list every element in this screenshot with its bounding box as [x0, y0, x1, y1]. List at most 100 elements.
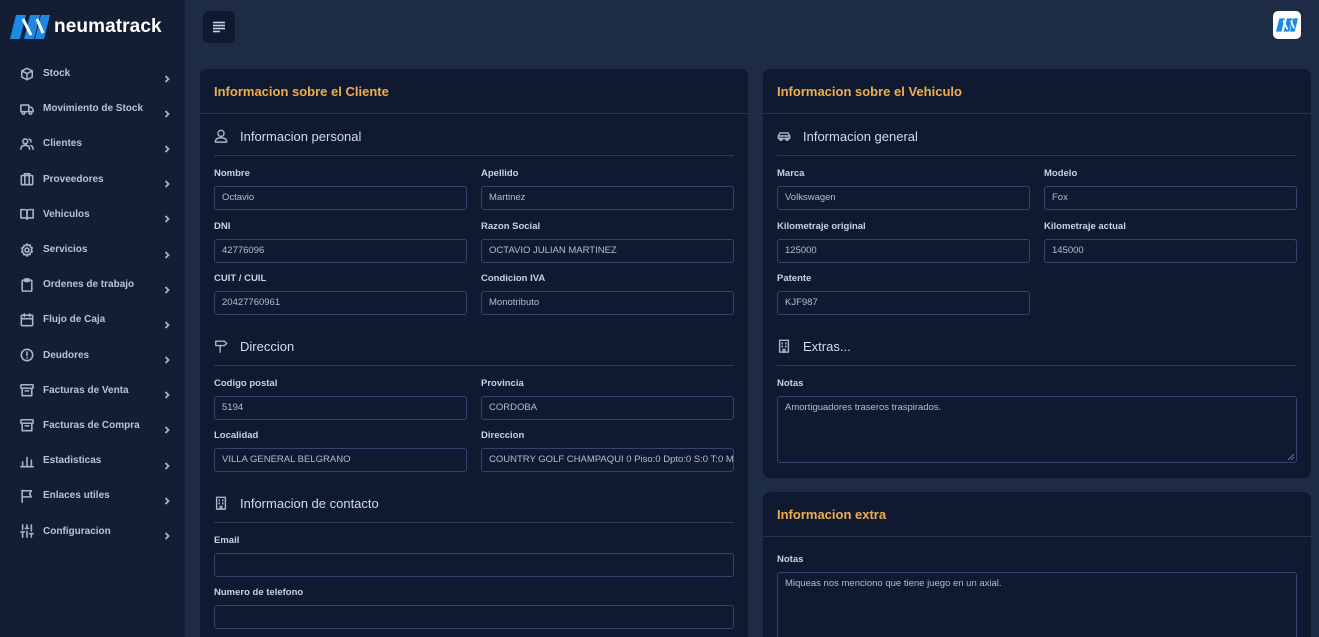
section-header-contacto: Informacion de contacto	[214, 491, 379, 515]
kilometraje-original-input[interactable]: 125000	[777, 239, 1030, 263]
chevron-right-icon	[163, 386, 171, 399]
users-icon	[20, 137, 34, 151]
section-title: Informacion personal	[240, 128, 362, 144]
apellido-input[interactable]: Martinez	[481, 186, 734, 210]
chevron-right-icon	[163, 246, 171, 259]
box-icon	[20, 67, 34, 81]
sidebar-item-stock[interactable]: Stock	[0, 56, 185, 91]
menu-icon	[213, 21, 225, 33]
sidebar-item-ordenes-de-trabajo[interactable]: Ordenes de trabajo	[0, 267, 185, 302]
bar-chart-icon	[20, 454, 34, 468]
car-icon	[777, 129, 791, 143]
section-header-personal: Informacion personal	[214, 124, 361, 148]
brand-name: neumatrack	[54, 16, 162, 37]
sidebar-item-enlaces-utiles[interactable]: Enlaces utiles	[0, 478, 185, 513]
card-header: Informacion sobre el Vehiculo	[763, 69, 1311, 114]
razon-social-input[interactable]: OCTAVIO JULIAN MARTINEZ	[481, 239, 734, 263]
notas-textarea[interactable]: Amortiguadores traseros traspirados.	[777, 396, 1297, 463]
flag-icon	[20, 489, 34, 503]
brand[interactable]: neumatrack	[10, 13, 162, 41]
sidebar-item-label: Vehiculos	[43, 208, 90, 220]
sidebar-item-configuracion[interactable]: Configuracion	[0, 513, 185, 548]
modelo-input[interactable]: Fox	[1044, 186, 1297, 210]
provincia-input[interactable]: CORDOBA	[481, 396, 734, 420]
chevron-right-icon	[163, 351, 171, 364]
notas-textarea[interactable]: Miqueas nos menciono que tiene juego en …	[777, 572, 1297, 637]
email-field[interactable]	[214, 553, 734, 577]
section-header-general: Informacion general	[777, 124, 918, 148]
condicion-iva-input[interactable]: Monotributo	[481, 291, 734, 315]
kilometraje-actual-input[interactable]: 145000	[1044, 239, 1297, 263]
localidad-label: Localidad	[214, 430, 259, 441]
nombre-input[interactable]: Octavio	[214, 186, 467, 210]
sidebar-item-label: Clientes	[43, 138, 82, 150]
archive-icon	[20, 418, 34, 432]
chevron-right-icon	[163, 175, 171, 188]
email-label: Email	[214, 535, 240, 546]
sidebar-item-label: Ordenes de trabajo	[43, 279, 135, 291]
extra-card: Informacion extra Notas Miqueas nos menc…	[763, 492, 1311, 637]
divider	[214, 155, 734, 156]
sidebar-item-vehiculos[interactable]: Vehiculos	[0, 197, 185, 232]
sidebar-item-label: Flujo de Caja	[43, 314, 106, 326]
cliente-card: Informacion sobre el Cliente Informacion…	[200, 69, 748, 637]
sidebar-item-label: Stock	[43, 68, 71, 80]
sidebar-item-servicios[interactable]: Servicios	[0, 232, 185, 267]
sidebar-item-label: Configuracion	[43, 525, 111, 537]
chevron-right-icon	[163, 140, 171, 153]
notas-label: Notas	[777, 378, 804, 389]
section-title: Direccion	[240, 338, 295, 354]
chevron-right-icon	[163, 70, 171, 83]
chevron-right-icon	[163, 457, 171, 470]
sidebar: neumatrack Stock Movimiento de Stock Cli…	[0, 0, 185, 637]
sidebar-nav: Stock Movimiento de Stock Clientes Prove…	[0, 56, 185, 549]
neumatrack-logo-icon	[10, 15, 50, 39]
avatar[interactable]	[1273, 11, 1301, 39]
card-header: Informacion sobre el Cliente	[200, 69, 748, 114]
clipboard-icon	[20, 277, 34, 292]
marca-label: Marca	[777, 168, 805, 179]
kilometraje-original-label: Kilometraje original	[777, 221, 866, 232]
sidebar-item-clientes[interactable]: Clientes	[0, 126, 185, 161]
apellido-label: Apellido	[481, 168, 519, 179]
cuit-label: CUIT / CUIL	[214, 273, 267, 284]
sidebar-item-proveedores[interactable]: Proveedores	[0, 162, 185, 197]
codigo-postal-input[interactable]: 5194	[214, 396, 467, 420]
resize-handle-icon[interactable]	[1288, 454, 1294, 460]
notas-label: Notas	[777, 554, 804, 565]
building-icon	[777, 339, 791, 353]
gear-icon	[20, 242, 34, 257]
sidebar-item-label: Deudores	[43, 349, 90, 361]
localidad-input[interactable]: VILLA GENERAL BELGRANO	[214, 448, 467, 472]
sidebar-item-facturas-de-compra[interactable]: Facturas de Compra	[0, 408, 185, 443]
patente-label: Patente	[777, 273, 812, 284]
dni-label: DNI	[214, 221, 231, 232]
sidebar-item-flujo-de-caja[interactable]: Flujo de Caja	[0, 302, 185, 337]
divider	[214, 365, 734, 366]
alert-circle-icon	[20, 348, 34, 362]
dni-input[interactable]: 42776096	[214, 239, 467, 263]
chevron-right-icon	[163, 527, 171, 540]
vehiculo-card: Informacion sobre el Vehiculo Informacio…	[763, 69, 1311, 478]
section-header-direccion: Direccion	[214, 334, 294, 358]
sidebar-item-estadisticas[interactable]: Estadisticas	[0, 443, 185, 478]
chevron-right-icon	[163, 105, 171, 118]
truck-icon	[20, 102, 34, 116]
card-title: Informacion extra	[777, 506, 887, 522]
sidebar-item-label: Facturas de Compra	[43, 419, 140, 431]
patente-input[interactable]: KJF987	[777, 291, 1030, 315]
chevron-right-icon	[163, 421, 171, 435]
cuit-input[interactable]: 20427760961	[214, 291, 467, 315]
telefono-field[interactable]	[214, 605, 734, 629]
provincia-label: Provincia	[481, 378, 524, 389]
menu-toggle-button[interactable]	[203, 11, 235, 43]
marca-input[interactable]: Volkswagen	[777, 186, 1030, 210]
sidebar-item-deudores[interactable]: Deudores	[0, 338, 185, 373]
direccion-input[interactable]: COUNTRY GOLF CHAMPAQUI 0 Piso:0 Dpto:0 S…	[481, 448, 734, 472]
section-header-extras: Extras...	[777, 334, 851, 358]
notas-text: Miqueas nos menciono que tiene juego en …	[785, 578, 1002, 589]
sidebar-item-facturas-de-venta[interactable]: Facturas de Venta	[0, 373, 185, 408]
chevron-right-icon	[163, 210, 171, 223]
sidebar-item-movimiento-de-stock[interactable]: Movimiento de Stock	[0, 91, 185, 126]
kilometraje-actual-label: Kilometraje actual	[1044, 221, 1126, 232]
